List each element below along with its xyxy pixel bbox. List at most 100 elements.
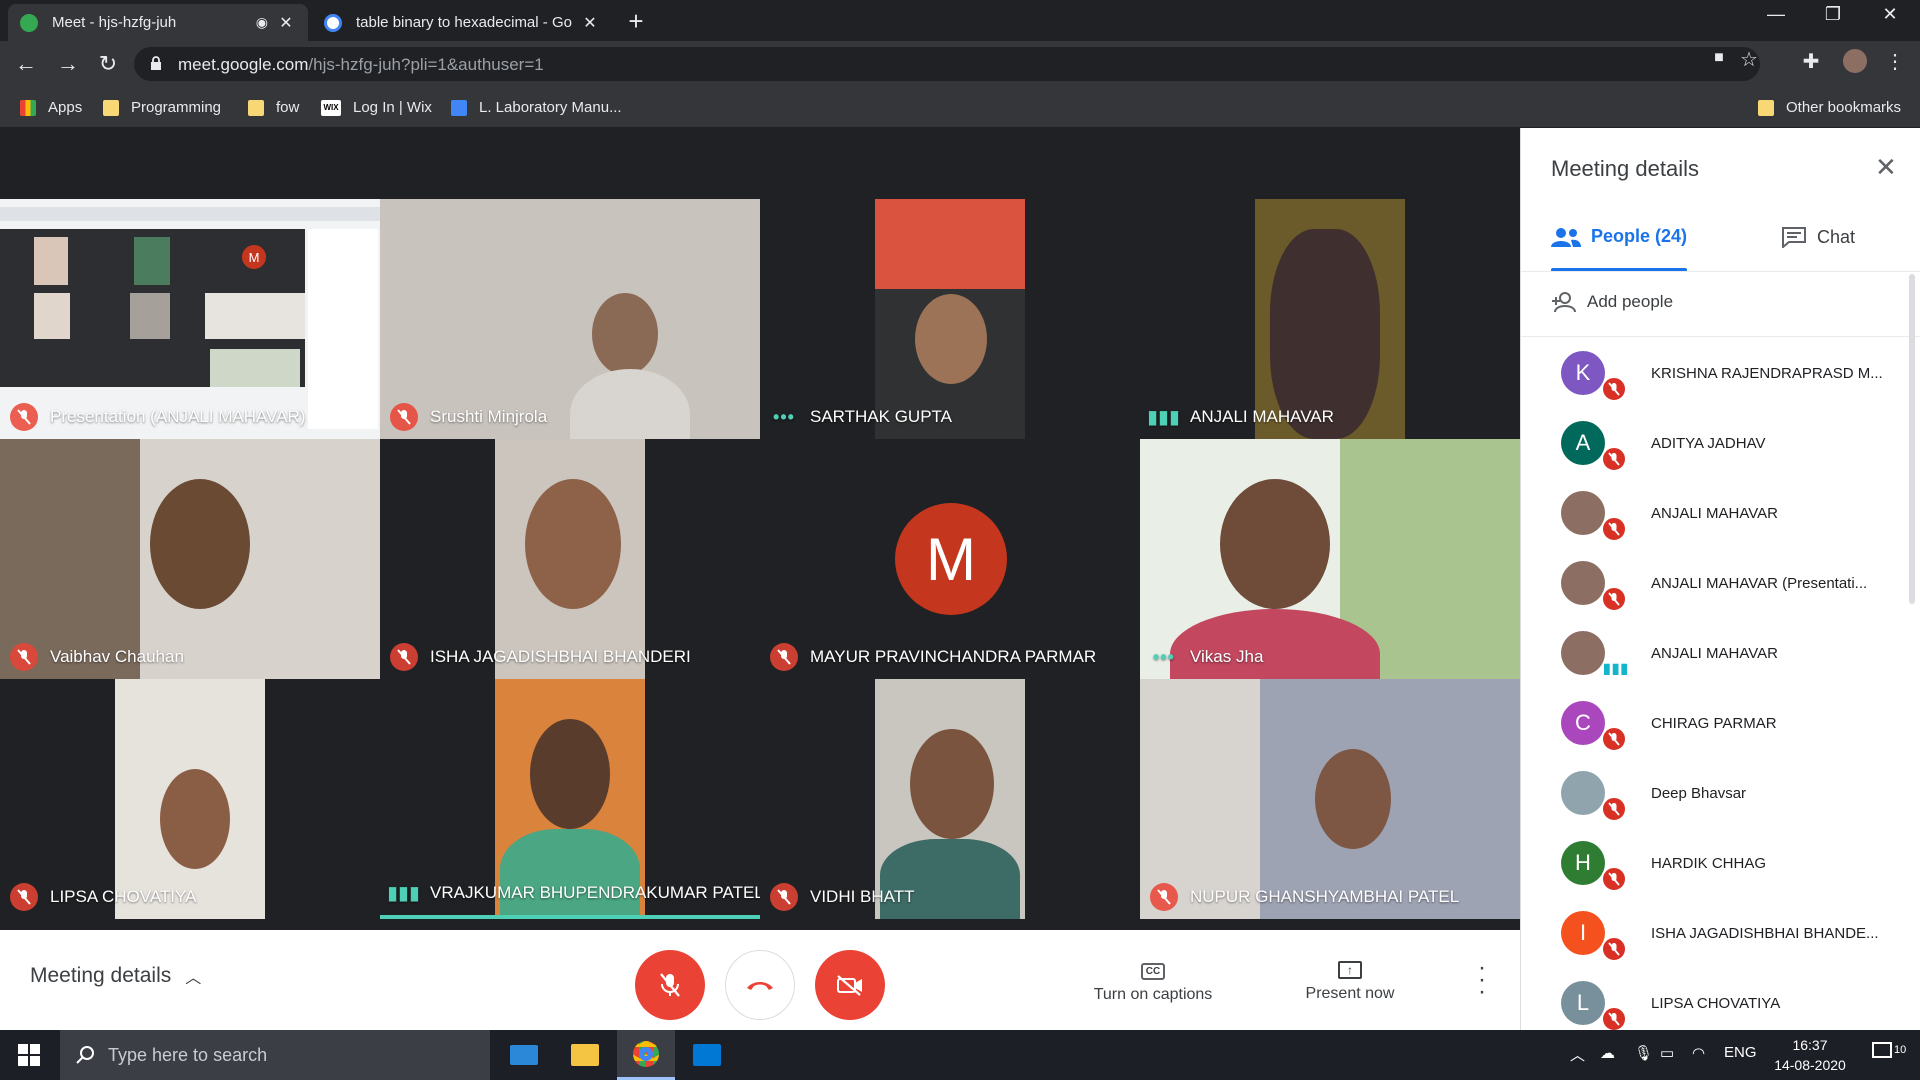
video-tile-sarthak[interactable]: ••• SARTHAK GUPTA xyxy=(760,199,1140,439)
tab-meet[interactable]: Meet - hjs-hzfg-juh ◉ ✕ xyxy=(8,4,308,41)
file-explorer-icon[interactable] xyxy=(556,1030,614,1080)
bookmark-star-icon[interactable]: ☆ xyxy=(1734,47,1764,72)
close-icon[interactable]: ✕ xyxy=(276,13,296,33)
mic-off-icon xyxy=(1601,446,1627,472)
microphone-toggle-button[interactable] xyxy=(635,950,705,1020)
camera-blocked-icon[interactable]: ■ xyxy=(1704,49,1734,67)
video-tile-anjali[interactable]: ▮▮▮ ANJALI MAHAVAR xyxy=(1140,199,1520,439)
leave-call-button[interactable] xyxy=(725,950,795,1020)
lock-icon xyxy=(151,56,161,70)
video-tile-vaibhav[interactable]: Vaibhav Chauhan xyxy=(0,439,380,679)
video-tile-srushti[interactable]: Srushti Minjrola xyxy=(380,199,760,439)
bookmark-programming[interactable]: Programming xyxy=(103,87,221,128)
video-tile-vrajkumar[interactable]: ▮▮▮ VRAJKUMAR BHUPENDRAKUMAR PATEL xyxy=(380,679,760,919)
present-now-button[interactable]: ↑ Present now xyxy=(1290,958,1410,1003)
participant-row[interactable]: Deep Bhavsar xyxy=(1521,758,1911,828)
taskbar-search-box[interactable]: Type here to search xyxy=(60,1030,490,1080)
tile-label: MAYUR PRAVINCHANDRA PARMAR xyxy=(770,643,1096,671)
bookmark-label: fow xyxy=(276,99,300,116)
other-bookmarks[interactable]: Other bookmarks xyxy=(1758,87,1901,128)
tab-people[interactable]: People (24) xyxy=(1551,226,1687,247)
panel-scrollbar[interactable] xyxy=(1909,274,1915,604)
microphone-tray-icon[interactable]: 🎙 xyxy=(1634,1044,1653,1062)
participant-face xyxy=(150,479,250,609)
tab-google-search[interactable]: table binary to hexadecimal - Go ✕ xyxy=(312,4,612,41)
bookmark-fow[interactable]: fow xyxy=(248,87,299,128)
profile-avatar[interactable] xyxy=(1840,49,1870,79)
video-tile-presentation[interactable]: M Presentation (ANJALI MAHAVAR) xyxy=(0,199,380,439)
battery-icon[interactable]: ▭ xyxy=(1660,1044,1674,1062)
meeting-details-button[interactable]: Meeting details ︿ xyxy=(30,964,201,988)
notification-count: 10 xyxy=(1894,1044,1907,1056)
mic-off-icon xyxy=(1601,726,1627,752)
video-tile-mayur[interactable]: M MAYUR PRAVINCHANDRA PARMAR xyxy=(760,439,1140,679)
chrome-app-icon[interactable] xyxy=(617,1030,675,1080)
bookmark-apps[interactable]: Apps xyxy=(20,87,82,128)
video-tile-nupur[interactable]: NUPUR GHANSHYAMBHAI PATEL xyxy=(1140,679,1520,919)
minimize-icon[interactable]: — xyxy=(1756,4,1796,25)
restore-icon[interactable]: ❐ xyxy=(1813,4,1853,25)
close-icon[interactable]: ✕ xyxy=(580,13,600,33)
participant-row[interactable]: H HARDIK CHHAG xyxy=(1521,828,1911,898)
thumb-tile xyxy=(34,293,70,339)
new-tab-button[interactable]: + xyxy=(622,6,650,37)
participant-name: MAYUR PRAVINCHANDRA PARMAR xyxy=(810,647,1097,666)
meet-favicon-icon xyxy=(20,13,38,32)
camera-toggle-button[interactable] xyxy=(815,950,885,1020)
participant-row[interactable]: ▮▮▮ ANJALI MAHAVAR xyxy=(1521,618,1911,688)
video-tile-vidhi[interactable]: VIDHI BHATT xyxy=(760,679,1140,919)
participant-row[interactable]: C CHIRAG PARMAR xyxy=(1521,688,1911,758)
bookmark-wix[interactable]: WIX Log In | Wix xyxy=(321,87,432,128)
onedrive-icon[interactable]: ☁ xyxy=(1600,1044,1615,1062)
participant-body xyxy=(570,369,690,439)
participant-name: Vikas Jha xyxy=(1190,647,1264,666)
participant-row[interactable]: ANJALI MAHAVAR xyxy=(1521,478,1911,548)
mail-app-icon[interactable] xyxy=(495,1030,553,1080)
participant-name: ISHA JAGADISHBHAI BHANDE... xyxy=(1651,924,1879,942)
participant-row[interactable]: A ADITYA JADHAV xyxy=(1521,408,1911,478)
show-hidden-icons-icon[interactable]: ︿ xyxy=(1570,1044,1585,1065)
participant-row[interactable]: K KRISHNA RAJENDRAPRASD M... xyxy=(1521,338,1911,408)
avatar xyxy=(1561,561,1605,605)
participant-name: Deep Bhavsar xyxy=(1651,784,1747,802)
panel-title: Meeting details xyxy=(1551,156,1699,181)
add-person-icon xyxy=(1552,292,1576,312)
window-close-icon[interactable]: ✕ xyxy=(1870,4,1910,25)
clock[interactable]: 16:37 14-08-2020 xyxy=(1770,1035,1850,1075)
mic-off-icon xyxy=(770,883,798,911)
participant-row[interactable]: ANJALI MAHAVAR (Presentati... xyxy=(1521,548,1911,618)
participant-row[interactable]: L LIPSA CHOVATIYA xyxy=(1521,968,1911,1030)
camera-off-icon xyxy=(837,975,862,996)
tab-chat[interactable]: Chat xyxy=(1781,226,1855,248)
close-icon[interactable]: ✕ xyxy=(1875,152,1897,183)
forward-arrow-icon[interactable]: → xyxy=(52,48,84,80)
people-icon xyxy=(1551,227,1581,247)
bookmark-laboratory[interactable]: L. Laboratory Manu... xyxy=(451,87,622,128)
participant-face xyxy=(915,294,987,384)
video-tile-vikas[interactable]: ••• Vikas Jha xyxy=(1140,439,1520,679)
avatar: A xyxy=(1561,421,1605,465)
wifi-icon[interactable]: ◠ xyxy=(1692,1044,1705,1062)
participant-row[interactable]: I ISHA JAGADISHBHAI BHANDE... xyxy=(1521,898,1911,968)
address-bar[interactable]: meet.google.com/hjs-hzfg-juh?pli=1&authu… xyxy=(134,47,1760,81)
tile-label: ••• Vikas Jha xyxy=(1150,643,1263,671)
participant-name: ANJALI MAHAVAR (Presentati... xyxy=(1651,574,1868,592)
notification-center-icon[interactable]: 10 xyxy=(1872,1042,1906,1058)
browser-menu-icon[interactable]: ⋮ xyxy=(1880,49,1910,74)
screen-share-side-panel xyxy=(308,229,378,429)
participant-name: CHIRAG PARMAR xyxy=(1651,714,1777,732)
add-people-button[interactable]: Add people xyxy=(1551,292,1673,312)
avatar: C xyxy=(1561,701,1605,745)
captions-button[interactable]: CC Turn on captions xyxy=(1088,958,1218,1004)
photos-app-icon[interactable] xyxy=(678,1030,736,1080)
reload-icon[interactable]: ↻ xyxy=(92,48,124,80)
windows-start-icon[interactable] xyxy=(18,1044,40,1066)
back-arrow-icon[interactable]: ← xyxy=(10,48,42,80)
video-tile-isha[interactable]: ISHA JAGADISHBHAI BHANDERI xyxy=(380,439,760,679)
participant-name: Srushti Minjrola xyxy=(430,407,548,426)
video-tile-lipsa[interactable]: LIPSA CHOVATIYA xyxy=(0,679,380,919)
mic-off-icon xyxy=(770,643,798,671)
more-options-icon[interactable]: · · · xyxy=(1472,956,1492,1004)
language-indicator[interactable]: ENG xyxy=(1724,1044,1757,1061)
extensions-icon[interactable]: ✚ xyxy=(1796,49,1826,74)
